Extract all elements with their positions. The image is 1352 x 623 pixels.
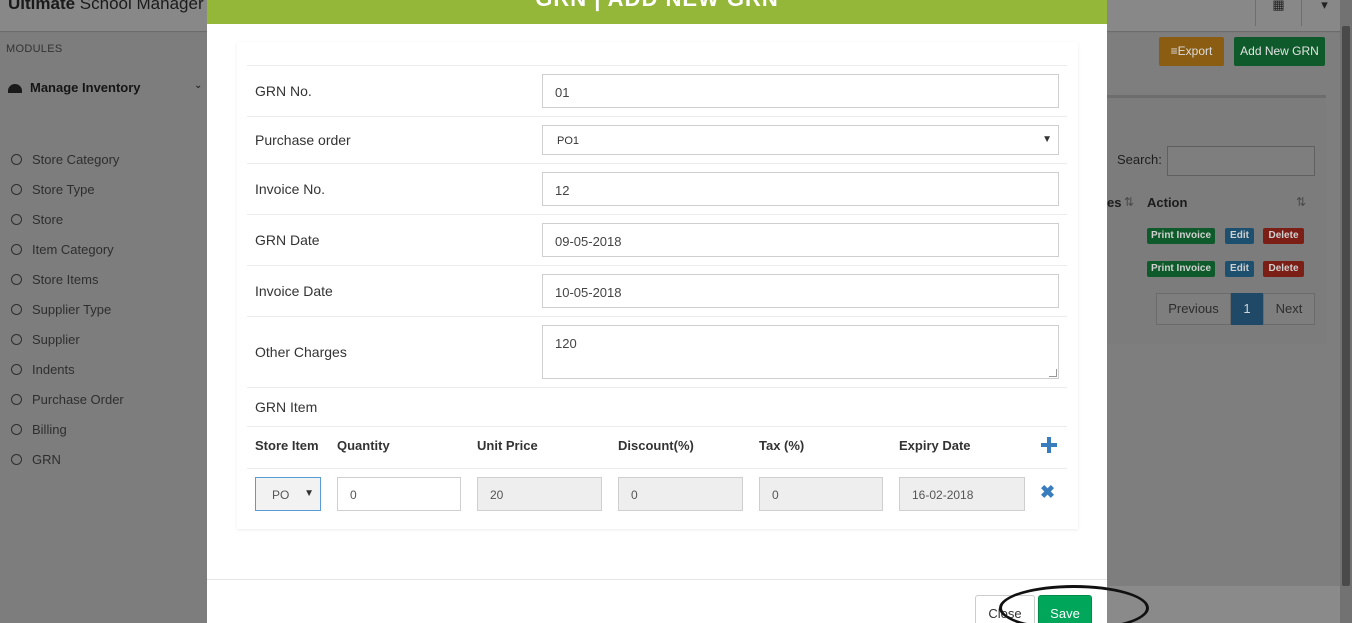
- search-label: Search:: [1117, 152, 1162, 167]
- list-icon: ≡: [1170, 44, 1178, 58]
- search-input[interactable]: [1167, 146, 1315, 176]
- purchase-order-value: PO1: [557, 135, 580, 147]
- discount-input[interactable]: 0: [618, 477, 743, 511]
- column-header-unit-price: Unit Price: [477, 438, 538, 453]
- modal-footer: [207, 579, 1107, 623]
- purchase-order-label: Purchase order: [255, 132, 351, 148]
- circle-icon: [11, 394, 22, 405]
- other-charges-label: Other Charges: [255, 344, 347, 360]
- circle-icon: [11, 364, 22, 375]
- circle-icon: [11, 154, 22, 165]
- grid-icon[interactable]: ▦: [1255, 0, 1301, 26]
- sidebar-item-store-category[interactable]: Store Category: [11, 152, 119, 172]
- add-grn-modal: GRN | ADD NEW GRN GRN No. 01 Purchase or…: [207, 0, 1107, 623]
- pagination-next[interactable]: Next: [1263, 293, 1315, 325]
- form-row-purchase-order: Purchase order PO1 ▼: [247, 116, 1067, 163]
- column-header-store-item: Store Item: [255, 438, 319, 453]
- highlight-ellipse: [999, 585, 1149, 623]
- sidebar-item-store-items[interactable]: Store Items: [11, 272, 98, 292]
- delete-button[interactable]: Delete: [1263, 261, 1304, 277]
- pagination-previous[interactable]: Previous: [1156, 293, 1231, 325]
- remove-item-close-icon[interactable]: ✖: [1040, 483, 1055, 501]
- edit-button[interactable]: Edit: [1225, 228, 1254, 244]
- circle-icon: [11, 304, 22, 315]
- grn-item-label: GRN Item: [255, 399, 318, 415]
- print-invoice-button[interactable]: Print Invoice: [1147, 261, 1215, 277]
- pagination-page-1[interactable]: 1: [1231, 293, 1263, 325]
- sort-icon[interactable]: ⇅: [1124, 195, 1134, 209]
- circle-icon: [11, 424, 22, 435]
- divider: [247, 468, 1067, 469]
- circle-icon: [11, 214, 22, 225]
- scrollbar-thumb[interactable]: [1342, 26, 1350, 586]
- invoice-date-label: Invoice Date: [255, 283, 333, 299]
- expiry-date-input[interactable]: 16-02-2018: [899, 477, 1025, 511]
- quantity-input[interactable]: 0: [337, 477, 461, 511]
- chevron-down-icon: ⌄: [194, 80, 203, 91]
- other-charges-textarea[interactable]: 120: [542, 325, 1059, 379]
- form-row-invoice-date: Invoice Date 10-05-2018: [247, 265, 1067, 316]
- tax-input[interactable]: 0: [759, 477, 883, 511]
- circle-icon: [11, 184, 22, 195]
- sidebar-item-item-category[interactable]: Item Category: [11, 242, 114, 262]
- form-row-grn-date: GRN Date 09-05-2018: [247, 214, 1067, 265]
- sidebar-section-label: MODULES: [6, 43, 63, 55]
- grn-no-input[interactable]: 01: [542, 74, 1059, 108]
- edit-button[interactable]: Edit: [1225, 261, 1254, 277]
- circle-icon: [11, 454, 22, 465]
- add-item-plus-icon[interactable]: [1041, 437, 1057, 453]
- column-header-quantity: Quantity: [337, 438, 390, 453]
- table-header-fragment[interactable]: es: [1107, 195, 1121, 210]
- sidebar-group-manage-inventory[interactable]: Manage Inventory ⌄: [8, 80, 207, 100]
- grn-no-label: GRN No.: [255, 83, 312, 99]
- form-row-other-charges: Other Charges 120: [247, 316, 1067, 387]
- form-row-grn-no: GRN No. 01: [247, 65, 1067, 116]
- divider: [247, 426, 1067, 427]
- modal-header: GRN | ADD NEW GRN: [207, 0, 1107, 24]
- unit-price-input[interactable]: 20: [477, 477, 602, 511]
- sidebar-item-indents[interactable]: Indents: [11, 362, 75, 382]
- sidebar-item-billing[interactable]: Billing: [11, 422, 67, 442]
- form-row-grn-item: GRN Item: [247, 387, 1067, 427]
- resize-handle[interactable]: [1049, 369, 1057, 377]
- dropdown-arrow-icon: ▼: [1042, 134, 1052, 145]
- column-header-discount: Discount(%): [618, 438, 694, 453]
- dropdown-arrow-icon: ▼: [304, 488, 314, 499]
- sort-icon[interactable]: ⇅: [1296, 195, 1306, 209]
- invoice-no-label: Invoice No.: [255, 181, 326, 197]
- column-header-expiry-date: Expiry Date: [899, 438, 971, 453]
- form-row-invoice-no: Invoice No. 12: [247, 163, 1067, 214]
- sidebar: [0, 33, 207, 623]
- modal-title: GRN | ADD NEW GRN: [207, 0, 1107, 12]
- sidebar-item-purchase-order[interactable]: Purchase Order: [11, 392, 124, 412]
- circle-icon: [11, 334, 22, 345]
- grn-date-label: GRN Date: [255, 232, 320, 248]
- sidebar-item-grn[interactable]: GRN: [11, 452, 61, 472]
- table-header-action[interactable]: Action: [1147, 195, 1187, 210]
- add-new-grn-button[interactable]: Add New GRN: [1234, 37, 1325, 66]
- dashboard-icon: [8, 84, 22, 93]
- circle-icon: [11, 244, 22, 255]
- delete-button[interactable]: Delete: [1263, 228, 1304, 244]
- store-item-select[interactable]: PO ▼: [255, 477, 321, 511]
- print-invoice-button[interactable]: Print Invoice: [1147, 228, 1215, 244]
- invoice-no-input[interactable]: 12: [542, 172, 1059, 206]
- purchase-order-select[interactable]: PO1 ▼: [542, 125, 1059, 155]
- invoice-date-input[interactable]: 10-05-2018: [542, 274, 1059, 308]
- app-title[interactable]: Ultimate School Manager: [8, 0, 204, 14]
- grn-date-input[interactable]: 09-05-2018: [542, 223, 1059, 257]
- sidebar-item-store[interactable]: Store: [11, 212, 63, 232]
- sidebar-item-store-type[interactable]: Store Type: [11, 182, 95, 202]
- other-charges-value: 120: [555, 336, 577, 351]
- export-button[interactable]: ≡Export: [1159, 37, 1224, 66]
- column-header-tax: Tax (%): [759, 438, 805, 453]
- sidebar-item-supplier[interactable]: Supplier: [11, 332, 80, 352]
- sidebar-item-supplier-type[interactable]: Supplier Type: [11, 302, 111, 322]
- store-item-value: PO: [272, 488, 290, 502]
- circle-icon: [11, 274, 22, 285]
